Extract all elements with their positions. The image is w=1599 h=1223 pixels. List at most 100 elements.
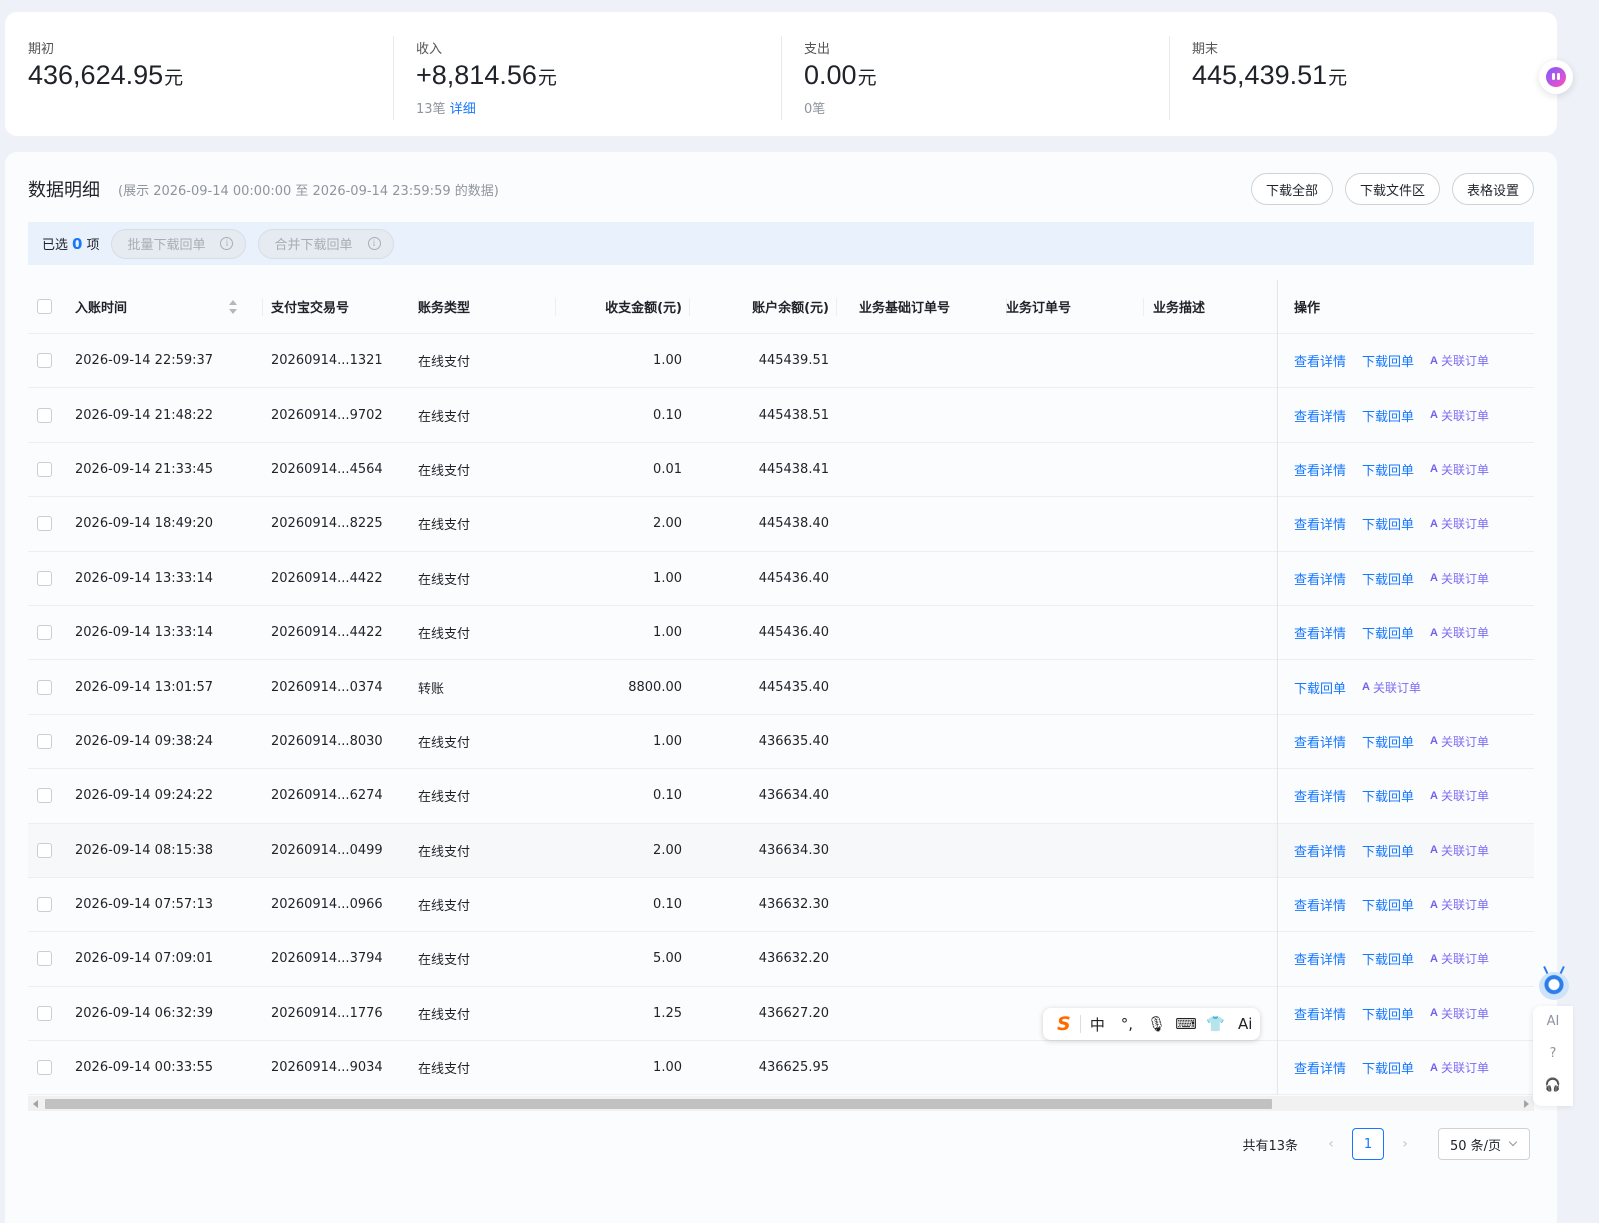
ime-punctuation-icon[interactable]: °, (1112, 1015, 1142, 1033)
header-time[interactable]: 入账时间 (75, 280, 263, 333)
view-detail-link[interactable]: 查看详情 (1294, 406, 1346, 425)
view-detail-link[interactable]: 查看详情 (1294, 514, 1346, 533)
download-receipt-link[interactable]: 下载回单 (1362, 351, 1414, 370)
row-checkbox[interactable] (37, 516, 52, 532)
cell-base-order (859, 552, 999, 605)
row-checkbox[interactable] (37, 842, 52, 858)
download-receipt-link[interactable]: 下载回单 (1362, 1058, 1414, 1077)
download-receipt-link[interactable]: 下载回单 (1362, 786, 1414, 805)
ime-mic-icon[interactable]: 🎙 (1142, 1015, 1172, 1033)
prev-page-icon[interactable]: ‹ (1316, 1136, 1346, 1152)
row-checkbox[interactable] (37, 679, 52, 695)
link-order-link[interactable]: A 关联订单 (1430, 352, 1489, 369)
cell-time: 2026-09-14 21:33:45 (75, 461, 214, 477)
merge-download-button[interactable]: 合并下载回单 i (258, 228, 394, 259)
download-receipt-link[interactable]: 下载回单 (1362, 406, 1414, 425)
download-receipt-link[interactable]: 下载回单 (1362, 841, 1414, 860)
ime-ai-icon[interactable]: Ai (1230, 1015, 1260, 1033)
link-order-link[interactable]: A 关联订单 (1430, 407, 1489, 424)
row-checkbox[interactable] (37, 461, 52, 477)
view-detail-link[interactable]: 查看详情 (1294, 841, 1346, 860)
link-order-link[interactable]: A 关联订单 (1430, 896, 1489, 913)
help-icon[interactable]: ? (1533, 1038, 1573, 1070)
link-order-link[interactable]: A 关联订单 (1430, 1005, 1489, 1022)
view-detail-link[interactable]: 查看详情 (1294, 1004, 1346, 1023)
cell-desc (1153, 769, 1273, 822)
row-checkbox[interactable] (37, 1060, 52, 1076)
next-page-icon[interactable]: › (1390, 1136, 1420, 1152)
ime-logo-icon[interactable]: S (1050, 1013, 1078, 1035)
link-order-link[interactable]: A 关联订单 (1430, 950, 1489, 967)
download-receipt-link[interactable]: 下载回单 (1362, 895, 1414, 914)
view-detail-link[interactable]: 查看详情 (1294, 895, 1346, 914)
download-area-button[interactable]: 下载文件区 (1344, 173, 1440, 205)
select-all-checkbox[interactable] (37, 299, 52, 314)
link-order-link[interactable]: A 关联订单 (1430, 515, 1489, 532)
download-receipt-link[interactable]: 下载回单 (1362, 732, 1414, 751)
ime-skin-icon[interactable]: 👕 (1201, 1015, 1231, 1033)
link-order-link[interactable]: A 关联订单 (1430, 461, 1489, 478)
cell-ops: 查看详情 下载回单 A 关联订单 (1294, 552, 1534, 605)
cell-time: 2026-09-14 18:49:20 (75, 516, 214, 532)
header-time-label: 入账时间 (75, 301, 128, 316)
scroll-right-icon[interactable] (1524, 1100, 1529, 1108)
link-order-link[interactable]: A 关联订单 (1430, 624, 1489, 641)
download-receipt-link[interactable]: 下载回单 (1362, 460, 1414, 479)
download-receipt-link[interactable]: 下载回单 (1362, 1004, 1414, 1023)
link-order-link[interactable]: A 关联订单 (1430, 733, 1489, 750)
header-checkbox-cell (37, 280, 53, 333)
stat-label: 收入 (416, 42, 443, 57)
sort-icon[interactable] (229, 300, 237, 314)
row-checkbox[interactable] (37, 1005, 52, 1021)
link-order-link[interactable]: A 关联订单 (1430, 1059, 1489, 1076)
rail-ai-button[interactable]: AI (1533, 1006, 1573, 1038)
view-detail-link[interactable]: 查看详情 (1294, 623, 1346, 642)
view-detail-link[interactable]: 查看详情 (1294, 732, 1346, 751)
helper-robot-icon[interactable] (1537, 965, 1571, 1004)
cell-order (1006, 552, 1136, 605)
cell-time: 2026-09-14 09:38:24 (75, 733, 214, 749)
scrollbar-thumb[interactable] (45, 1099, 1272, 1109)
headset-icon[interactable]: 🎧 (1533, 1070, 1573, 1102)
row-checkbox[interactable] (37, 897, 52, 913)
cell-ops: 查看详情 下载回单 A 关联订单 (1294, 443, 1534, 496)
batch-download-button[interactable]: 批量下载回单 i (111, 228, 247, 259)
link-order-link[interactable]: A 关联订单 (1430, 787, 1489, 804)
view-detail-link[interactable]: 查看详情 (1294, 1058, 1346, 1077)
row-checkbox[interactable] (37, 353, 52, 369)
link-order-link[interactable]: A 关联订单 (1362, 679, 1421, 696)
view-detail-link[interactable]: 查看详情 (1294, 460, 1346, 479)
link-order-link[interactable]: A 关联订单 (1430, 570, 1489, 587)
income-detail-link[interactable]: 详细 (450, 102, 476, 117)
page-1-button[interactable]: 1 (1352, 1128, 1384, 1160)
cell-base-order (859, 606, 999, 659)
selected-count: 0 (72, 234, 83, 253)
download-all-button[interactable]: 下载全部 (1250, 173, 1333, 205)
cell-base-order (859, 443, 999, 496)
view-detail-link[interactable]: 查看详情 (1294, 786, 1346, 805)
download-receipt-link[interactable]: 下载回单 (1362, 623, 1414, 642)
table-settings-button[interactable]: 表格设置 (1451, 173, 1534, 205)
download-receipt-link[interactable]: 下载回单 (1362, 514, 1414, 533)
row-checkbox[interactable] (37, 625, 52, 641)
view-detail-link[interactable]: 查看详情 (1294, 949, 1346, 968)
row-checkbox[interactable] (37, 407, 52, 423)
row-checkbox[interactable] (37, 570, 52, 586)
stat-opening: 期初 436,624.95元 (5, 12, 393, 136)
download-receipt-link[interactable]: 下载回单 (1362, 569, 1414, 588)
stat-label: 期末 (1192, 42, 1219, 57)
view-detail-link[interactable]: 查看详情 (1294, 569, 1346, 588)
page-size-select[interactable]: 50 条/页 (1438, 1128, 1530, 1160)
assistant-bot-icon[interactable] (1539, 60, 1573, 94)
ime-mode-toggle[interactable]: 中 (1083, 1014, 1113, 1035)
scroll-left-icon[interactable] (33, 1100, 38, 1108)
ime-keyboard-icon[interactable]: ⌨ (1171, 1015, 1201, 1033)
link-order-link[interactable]: A 关联订单 (1430, 842, 1489, 859)
horizontal-scrollbar[interactable] (28, 1096, 1534, 1111)
download-receipt-link[interactable]: 下载回单 (1294, 678, 1346, 697)
row-checkbox[interactable] (37, 951, 52, 967)
download-receipt-link[interactable]: 下载回单 (1362, 949, 1414, 968)
view-detail-link[interactable]: 查看详情 (1294, 351, 1346, 370)
row-checkbox[interactable] (37, 788, 52, 804)
row-checkbox[interactable] (37, 733, 52, 749)
